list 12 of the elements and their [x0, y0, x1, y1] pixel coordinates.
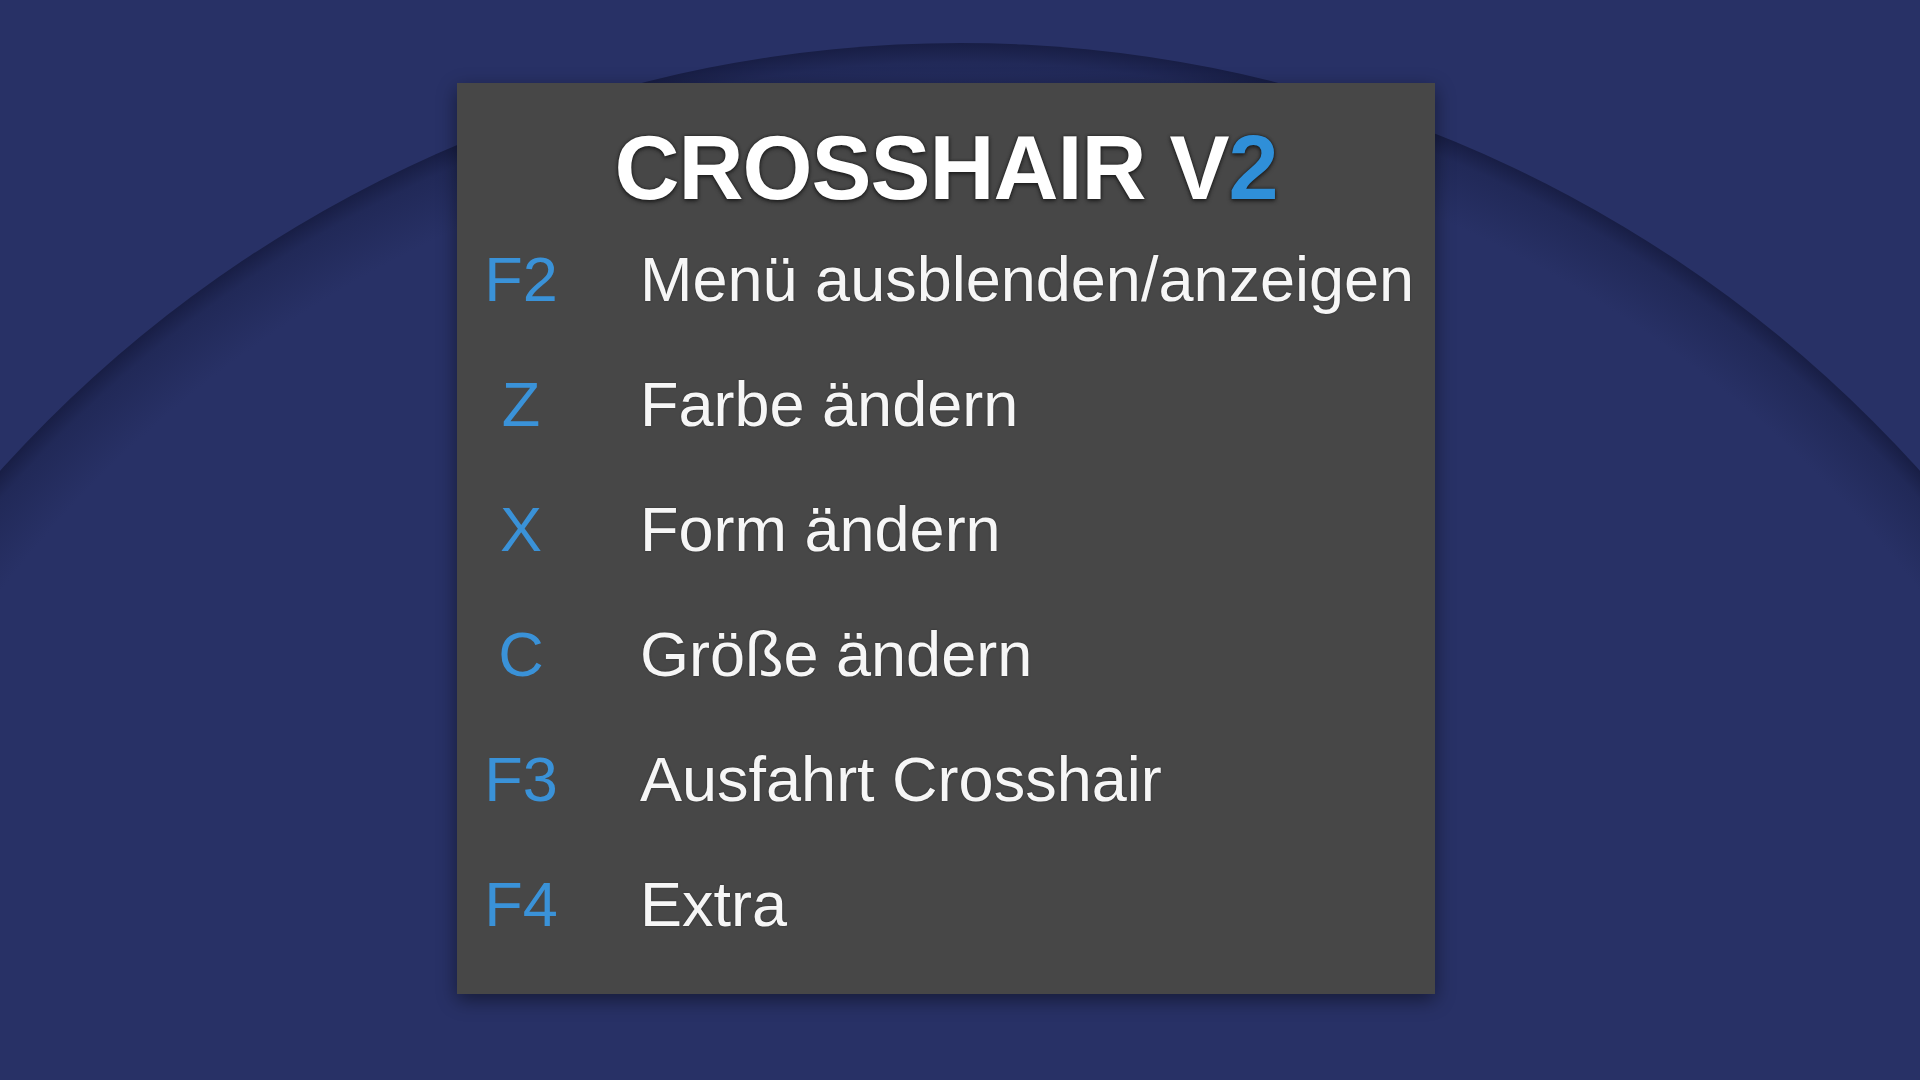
key-label: X — [499, 498, 543, 561]
key-label: F3 — [483, 748, 559, 811]
action-label: Farbe ändern — [640, 373, 1019, 436]
app-title: CROSSHAIR V2 — [614, 123, 1278, 217]
action-label: Größe ändern — [640, 623, 1033, 686]
action-label: Extra — [640, 873, 788, 936]
key-label: F4 — [483, 873, 559, 936]
action-label: Ausfahrt Crosshair — [640, 748, 1162, 811]
key-label: Z — [500, 373, 542, 436]
key-label: C — [497, 623, 545, 686]
key-label: F2 — [483, 248, 559, 311]
action-label: Form ändern — [640, 498, 1001, 561]
